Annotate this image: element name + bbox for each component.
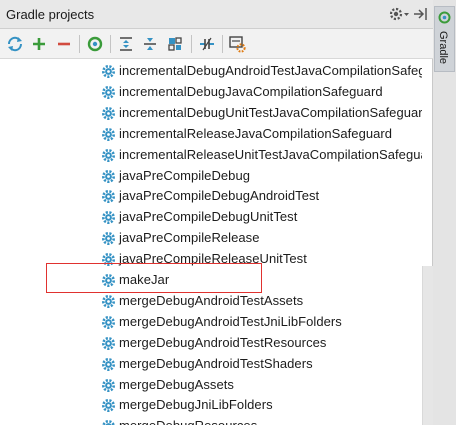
task-tree: incrementalDebugAndroidTestJavaCompilati…: [0, 59, 422, 425]
task-row[interactable]: mergeDebugAssets: [0, 375, 422, 396]
highlight-box: [46, 263, 262, 293]
task-row[interactable]: mergeDebugJniLibFolders: [0, 395, 422, 416]
task-row[interactable]: javaPreCompileRelease: [0, 228, 422, 249]
execute-task-icon[interactable]: [84, 33, 106, 55]
group-modules-icon[interactable]: [164, 33, 186, 55]
right-tool-strip: Gradle: [433, 0, 456, 425]
panel-header: Gradle projects: [0, 0, 433, 29]
task-label: javaPreCompileDebugUnitTest: [119, 209, 298, 225]
toolbar-separator: [222, 35, 223, 53]
gear-task-icon: [101, 106, 116, 121]
task-row[interactable]: incrementalDebugAndroidTestJavaCompilati…: [0, 61, 422, 82]
minus-icon[interactable]: [53, 33, 75, 55]
task-label: mergeDebugJniLibFolders: [119, 397, 273, 413]
refresh-icon[interactable]: [4, 33, 26, 55]
task-row[interactable]: mergeDebugAndroidTestAssets: [0, 291, 422, 312]
task-label: incrementalReleaseJavaCompilationSafegua…: [119, 125, 393, 141]
task-label: mergeDebugAndroidTestResources: [119, 334, 327, 350]
gear-task-icon: [101, 189, 116, 204]
task-row[interactable]: incrementalDebugJavaCompilationSafeguard: [0, 82, 422, 103]
task-row[interactable]: mergeDebugResources: [0, 416, 422, 425]
task-row[interactable]: mergeDebugAndroidTestShaders: [0, 354, 422, 375]
gradle-toolbar: [0, 29, 433, 59]
task-row[interactable]: javaPreCompileDebugUnitTest: [0, 207, 422, 228]
task-label: mergeDebugAndroidTestJniLibFolders: [119, 313, 342, 329]
plus-icon[interactable]: [28, 33, 50, 55]
gear-task-icon: [101, 419, 116, 425]
gear-task-icon: [101, 357, 116, 372]
task-row[interactable]: mergeDebugAndroidTestResources: [0, 333, 422, 354]
task-label: incrementalReleaseUnitTestJavaCompilatio…: [119, 146, 422, 162]
task-row[interactable]: mergeDebugAndroidTestJniLibFolders: [0, 312, 422, 333]
task-row[interactable]: javaPreCompileDebug: [0, 166, 422, 187]
toolbar-separator: [191, 35, 192, 53]
gradle-projects-panel: Gradle projects incrementalDebugAndroidT…: [0, 0, 433, 425]
gear-task-icon: [101, 148, 116, 163]
collapse-all-icon[interactable]: [139, 33, 161, 55]
gear-task-icon: [101, 210, 116, 225]
gear-task-icon: [101, 294, 116, 309]
task-label: javaPreCompileRelease: [119, 230, 260, 246]
toolbar-separator: [79, 35, 80, 53]
gear-task-icon: [101, 127, 116, 142]
gear-task-icon: [101, 336, 116, 351]
task-label: javaPreCompileDebugAndroidTest: [119, 188, 320, 204]
toolbar-separator: [110, 35, 111, 53]
task-label: mergeDebugAndroidTestShaders: [119, 355, 313, 371]
gear-task-icon: [101, 64, 116, 79]
gradle-tab-icon: [438, 11, 451, 24]
task-row[interactable]: incrementalDebugUnitTestJavaCompilationS…: [0, 103, 422, 124]
expand-all-icon[interactable]: [115, 33, 137, 55]
task-label: incrementalDebugJavaCompilationSafeguard: [119, 83, 383, 99]
gear-task-icon: [101, 378, 116, 393]
task-label: incrementalDebugUnitTestJavaCompilationS…: [119, 104, 422, 120]
offline-mode-icon[interactable]: [196, 33, 218, 55]
gear-task-icon: [101, 398, 116, 413]
task-label: mergeDebugAssets: [119, 376, 234, 392]
task-label: incrementalDebugAndroidTestJavaCompilati…: [119, 63, 422, 78]
gear-task-icon: [101, 85, 116, 100]
task-label: javaPreCompileDebug: [119, 167, 251, 183]
panel-title: Gradle projects: [6, 7, 95, 22]
task-row[interactable]: incrementalReleaseJavaCompilationSafegua…: [0, 124, 422, 145]
gear-icon[interactable]: [388, 4, 410, 24]
gear-task-icon: [101, 315, 116, 330]
hide-panel-icon[interactable]: [412, 5, 430, 23]
gear-task-icon: [101, 231, 116, 246]
task-label: mergeDebugResources: [119, 418, 257, 425]
task-label: mergeDebugAndroidTestAssets: [119, 292, 304, 308]
task-row[interactable]: incrementalReleaseUnitTestJavaCompilatio…: [0, 145, 422, 166]
task-row[interactable]: javaPreCompileDebugAndroidTest: [0, 186, 422, 207]
gear-task-icon: [101, 169, 116, 184]
gradle-settings-icon[interactable]: [226, 33, 248, 55]
gradle-tab-label: Gradle: [437, 31, 449, 65]
gradle-side-tab[interactable]: Gradle: [434, 6, 455, 72]
vertical-scrollbar[interactable]: [422, 266, 433, 425]
